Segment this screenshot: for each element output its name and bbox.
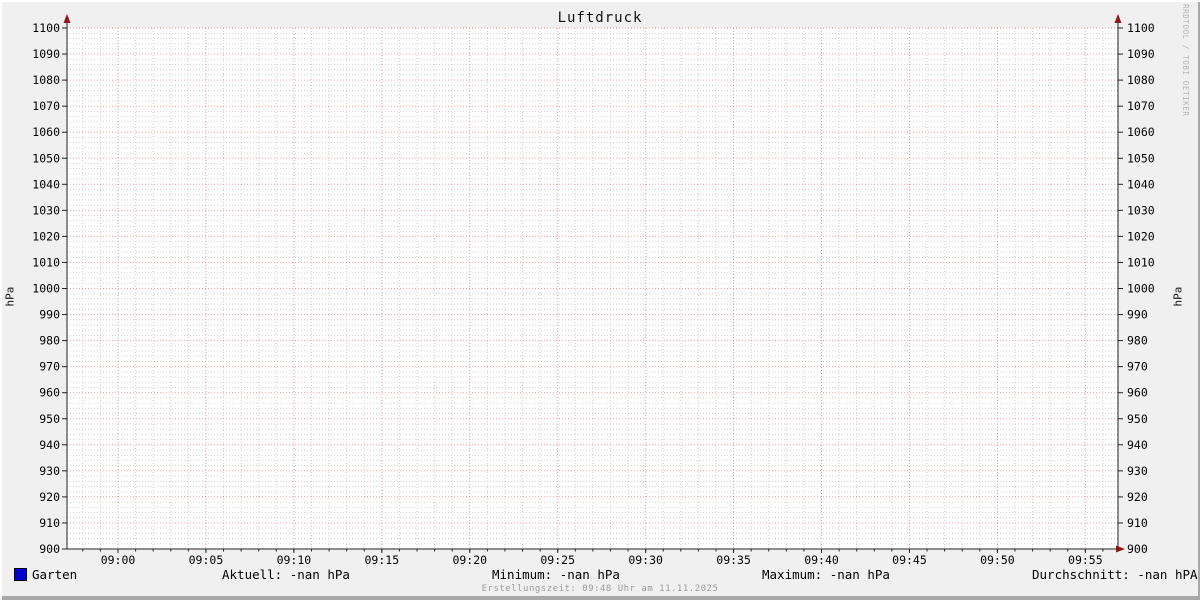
x-tick-label: 09:35 — [716, 553, 751, 567]
x-tick-label: 09:55 — [1068, 553, 1103, 567]
legend-label-garten: Garten — [32, 567, 78, 582]
legend-swatch-garten — [14, 568, 27, 581]
y-tick-label-right: 1000 — [1127, 282, 1155, 296]
y-tick-label-right: 1090 — [1127, 47, 1155, 61]
x-tick-label: 09:00 — [101, 553, 136, 567]
y-tick-label-left: 990 — [39, 308, 60, 322]
y-tick-label-left: 920 — [39, 490, 60, 504]
y-tick-label-left: 1010 — [32, 255, 60, 269]
y-tick-label-left: 980 — [39, 334, 60, 348]
y-tick-label-left: 1060 — [32, 125, 60, 139]
y-tick-label-left: 1100 — [32, 21, 60, 35]
y-tick-label-right: 1030 — [1127, 203, 1155, 217]
y-tick-label-left: 900 — [39, 542, 60, 556]
y-tick-label-right: 950 — [1127, 412, 1148, 426]
y-tick-label-left: 930 — [39, 464, 60, 478]
y-tick-label-right: 920 — [1127, 490, 1148, 504]
stat-aktuell: Aktuell: -nan hPa — [222, 567, 350, 582]
y-tick-label-left: 1020 — [32, 229, 60, 243]
y-tick-label-right: 980 — [1127, 334, 1148, 348]
y-tick-label-left: 960 — [39, 386, 60, 400]
y-axis-arrow-right — [1114, 14, 1122, 23]
y-tick-label-right: 930 — [1127, 464, 1148, 478]
y-tick-label-right: 940 — [1127, 438, 1148, 452]
creation-timestamp: Erstellungszeit: 09:48 Uhr am 11.11.2025 — [481, 584, 719, 594]
x-tick-label: 09:30 — [628, 553, 663, 567]
y-tick-label-right: 900 — [1127, 542, 1148, 556]
x-axis-arrow — [1116, 545, 1125, 553]
y-tick-label-right: 1050 — [1127, 151, 1155, 165]
y-tick-label-left: 1090 — [32, 47, 60, 61]
pressure-chart: 09:00 09:05 09:10 09:15 09:20 09:25 09:30 09:35… — [32, 14, 1155, 567]
rrdtool-graph-page: { "page": { "background": "#f0f0f0" }, "… — [0, 0, 1200, 600]
y-tick-label-right: 910 — [1127, 516, 1148, 530]
y-axis-arrow-left — [63, 14, 71, 23]
rrdtool-watermark: RRDTOOL / TOBI OETIKER — [1181, 4, 1190, 117]
y-tick-label-left: 1070 — [32, 99, 60, 113]
y-tick-label-right: 1040 — [1127, 177, 1155, 191]
y-tick-label-right: 1080 — [1127, 73, 1155, 87]
y-tick-label-left: 940 — [39, 438, 60, 452]
y-tick-label-left: 1050 — [32, 151, 60, 165]
y-tick-label-left: 910 — [39, 516, 60, 530]
y-tick-label-right: 970 — [1127, 360, 1148, 374]
x-tick-label: 09:10 — [277, 553, 312, 567]
x-tick-label: 09:45 — [892, 553, 927, 567]
stat-minimum: Minimum: -nan hPa — [492, 567, 620, 582]
y-tick-label-left: 970 — [39, 360, 60, 374]
y-tick-label-left: 1040 — [32, 177, 60, 191]
x-tick-label: 09:05 — [189, 553, 224, 567]
y-tick-label-right: 1100 — [1127, 21, 1155, 35]
y-tick-label-left: 1080 — [32, 73, 60, 87]
x-tick-label: 09:50 — [980, 553, 1015, 567]
stat-durchschnitt: Durchschnitt: -nan hPA — [1032, 567, 1198, 582]
x-tick-label: 09:15 — [365, 553, 400, 567]
y-tick-label-right: 990 — [1127, 308, 1148, 322]
x-tick-label: 09:25 — [540, 553, 575, 567]
y-tick-label-right: 1020 — [1127, 229, 1155, 243]
y-tick-label-left: 1000 — [32, 282, 60, 296]
y-tick-label-right: 1010 — [1127, 255, 1155, 269]
stat-maximum: Maximum: -nan hPa — [762, 567, 890, 582]
y-tick-label-right: 1070 — [1127, 99, 1155, 113]
y-axis-unit-left: hPa — [3, 286, 17, 306]
y-tick-label-right: 960 — [1127, 386, 1148, 400]
y-axis-unit-right: hPa — [1171, 286, 1185, 306]
y-tick-label-right: 1060 — [1127, 125, 1155, 139]
x-tick-label: 09:40 — [804, 553, 839, 567]
x-tick-label: 09:20 — [452, 553, 487, 567]
y-tick-label-left: 1030 — [32, 203, 60, 217]
y-tick-label-left: 950 — [39, 412, 60, 426]
